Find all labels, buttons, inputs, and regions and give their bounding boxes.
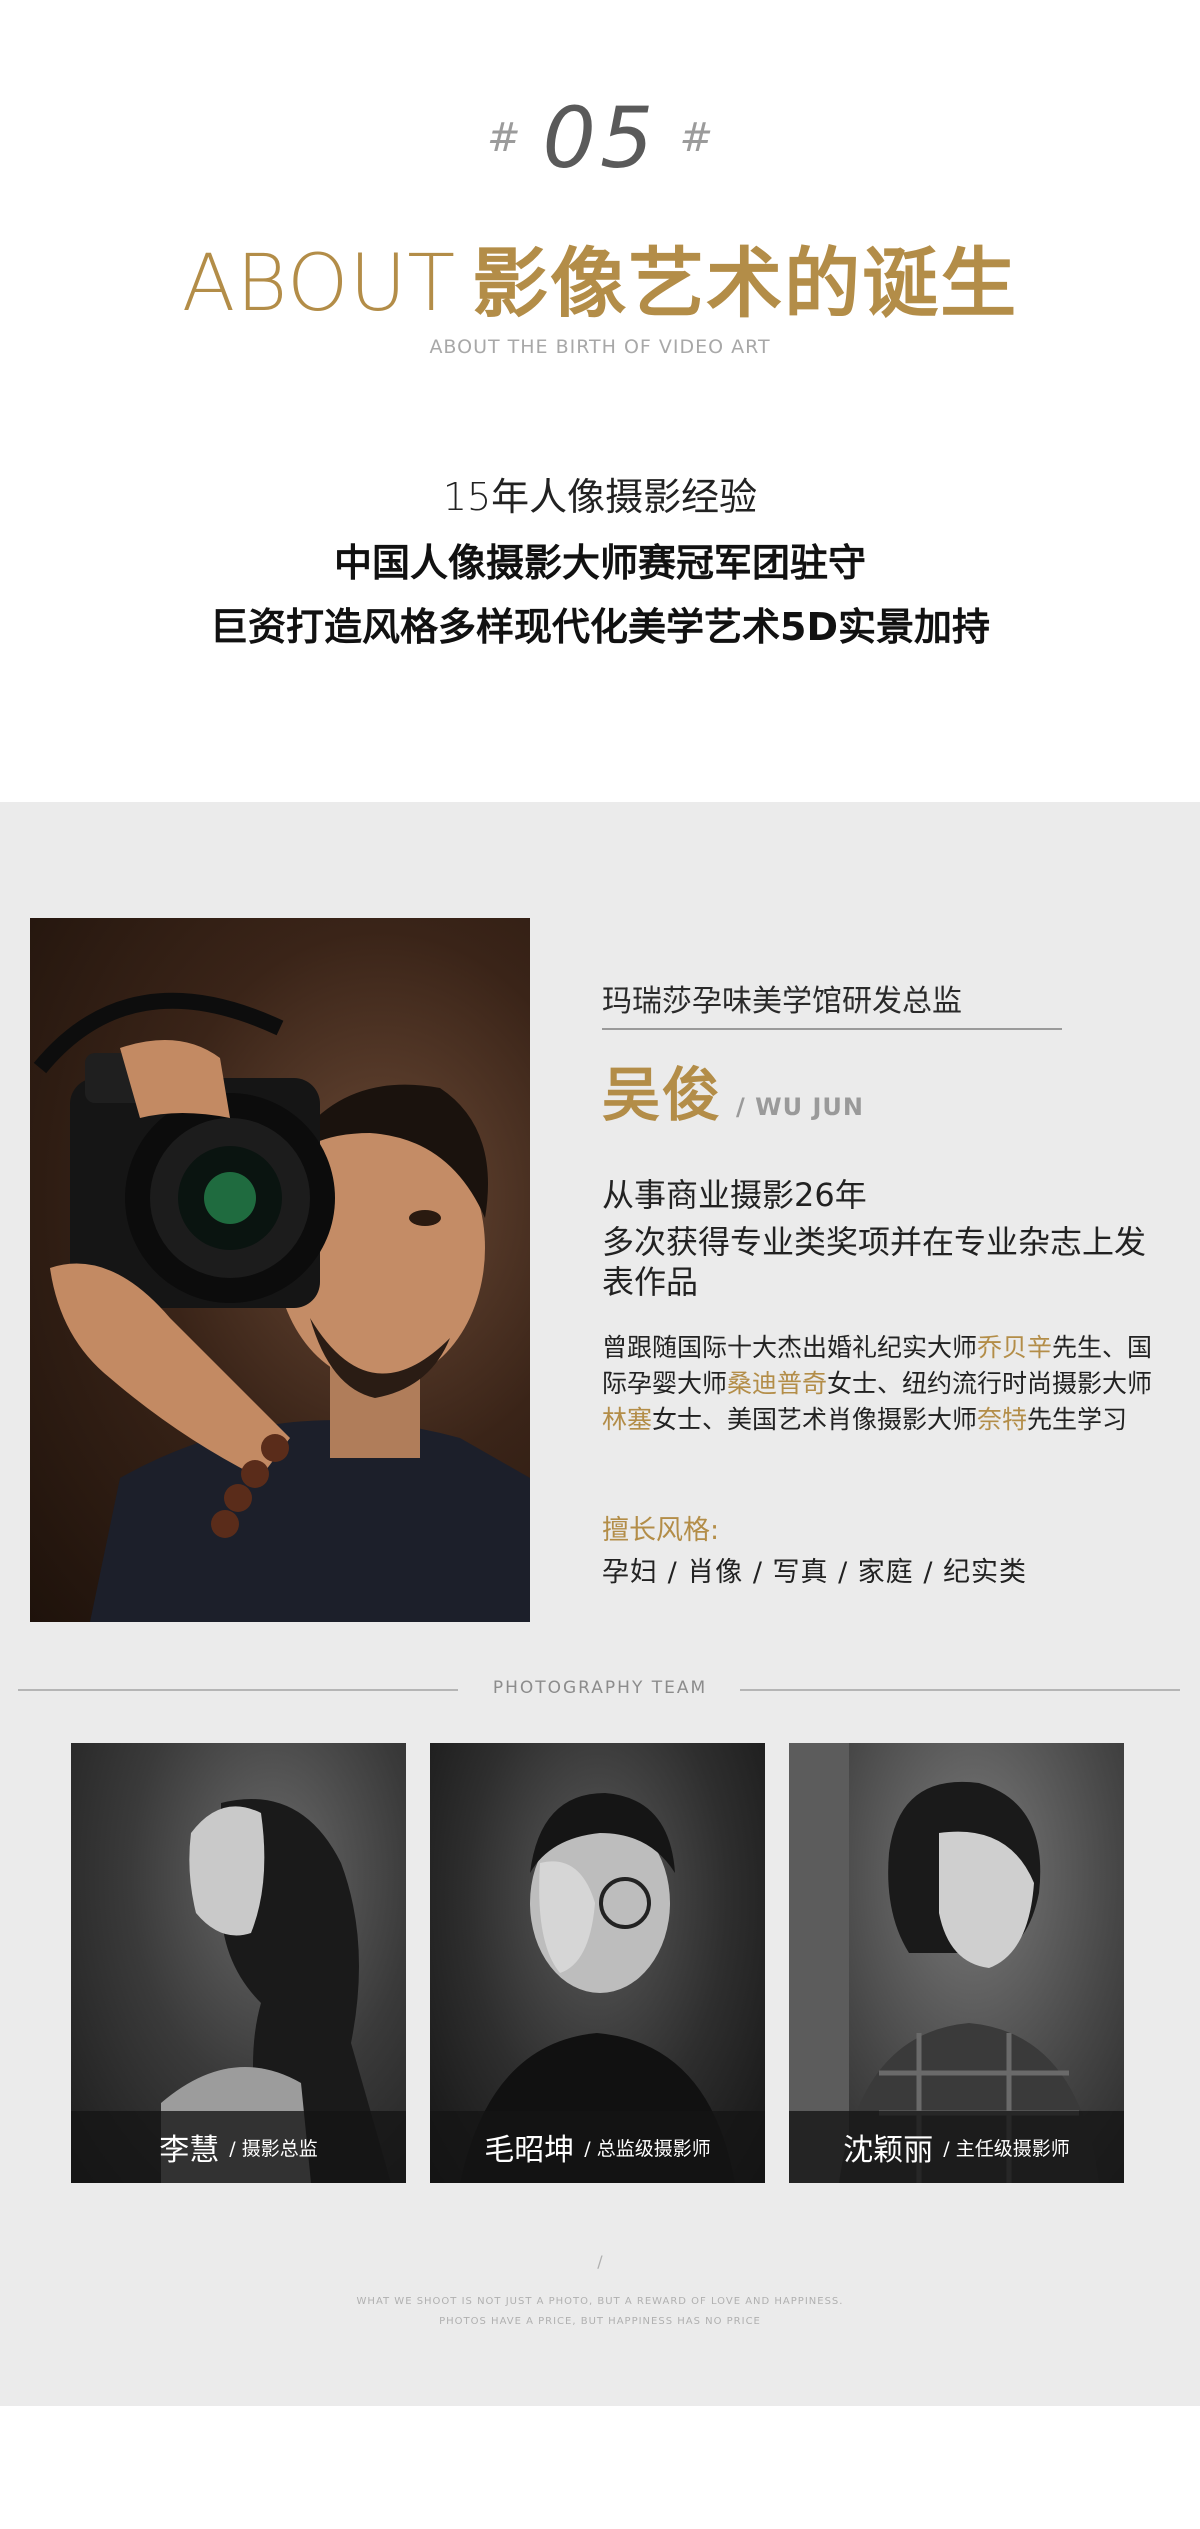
member-caption: 李慧 / 摄影总监 xyxy=(71,2111,406,2183)
footer-tagline-2: PHOTOS HAVE A PRICE, BUT HAPPINESS HAS N… xyxy=(439,2316,761,2327)
team-member-card: 李慧 / 摄影总监 xyxy=(71,1743,406,2183)
lead-name-cn: 吴俊 xyxy=(602,1061,723,1129)
bio-text: 曾跟随国际十大杰出婚礼纪实大师 xyxy=(602,1333,978,1362)
intro-line-1: 15年人像摄影经验 xyxy=(442,475,758,519)
member-name: 沈颖丽 xyxy=(843,2133,934,2168)
bio-highlight: 林塞 xyxy=(602,1405,653,1434)
member-caption: 沈颖丽 / 主任级摄影师 xyxy=(789,2111,1124,2183)
lead-role: 玛瑞莎孕味美学馆研发总监 xyxy=(602,984,962,1019)
member-role: / 总监级摄影师 xyxy=(584,2137,711,2160)
bio-text: 先生学习 xyxy=(1027,1405,1128,1434)
team-member-card: 毛昭坤 / 总监级摄影师 xyxy=(430,1743,765,2183)
bio-highlight: 桑迪普奇 xyxy=(727,1369,828,1398)
page-subtitle: ABOUT THE BIRTH OF VIDEO ART xyxy=(429,336,771,358)
title-en: ABOUT xyxy=(181,239,457,329)
member-role: / 主任级摄影师 xyxy=(943,2137,1070,2160)
divider xyxy=(602,1028,1062,1030)
member-caption: 毛昭坤 / 总监级摄影师 xyxy=(430,2111,765,2183)
style-value: 孕妇 / 肖像 / 写真 / 家庭 / 纪实类 xyxy=(602,1557,1028,1588)
lead-photographer-photo xyxy=(30,918,530,1622)
photographer-with-camera-illustration xyxy=(33,992,530,1622)
hash-right: # xyxy=(679,115,713,161)
intro-line-2: 中国人像摄影大师赛冠军团驻守 xyxy=(333,541,866,585)
lead-name: 吴俊 / WU JUN xyxy=(602,1048,864,1132)
section-number-value: 05 xyxy=(542,89,658,187)
hash-left: # xyxy=(487,115,521,161)
member-name: 李慧 xyxy=(159,2133,220,2168)
bio-highlight: 乔贝辛 xyxy=(977,1333,1053,1362)
page-title: ABOUT 影像艺术的诞生 xyxy=(0,222,1200,329)
bio-text: 女士、纽约流行时尚摄影大师 xyxy=(827,1369,1153,1398)
team-title: PHOTOGRAPHY TEAM xyxy=(492,1678,708,1698)
bio-text: 女士、美国艺术肖像摄影大师 xyxy=(652,1405,978,1434)
lead-experience-1: 从事商业摄影26年 xyxy=(602,1176,867,1214)
member-role: / 摄影总监 xyxy=(229,2137,318,2160)
style-label: 擅长风格: xyxy=(602,1515,720,1546)
title-cn: 影像艺术的诞生 xyxy=(472,239,1019,328)
footer-tagline-1: WHAT WE SHOOT IS NOT JUST A PHOTO, BUT A… xyxy=(356,2296,844,2307)
lead-name-en: / WU JUN xyxy=(736,1093,864,1121)
lead-experience-2: 多次获得专业类奖项并在专业杂志上发表作品 xyxy=(602,1223,1147,1301)
bio-highlight: 奈特 xyxy=(977,1405,1028,1434)
team-divider-right xyxy=(740,1689,1180,1691)
section-number: # 05 # xyxy=(0,88,1200,188)
team-member-card: 沈颖丽 / 主任级摄影师 xyxy=(789,1743,1124,2183)
member-name: 毛昭坤 xyxy=(484,2133,575,2168)
intro-line-3: 巨资打造风格多样现代化美学艺术5D实景加持 xyxy=(210,605,990,649)
footer-slash: / xyxy=(597,2252,603,2271)
lead-bio: 曾跟随国际十大杰出婚礼纪实大师乔贝辛先生、国际孕婴大师桑迪普奇女士、纽约流行时尚… xyxy=(602,1330,1162,1438)
